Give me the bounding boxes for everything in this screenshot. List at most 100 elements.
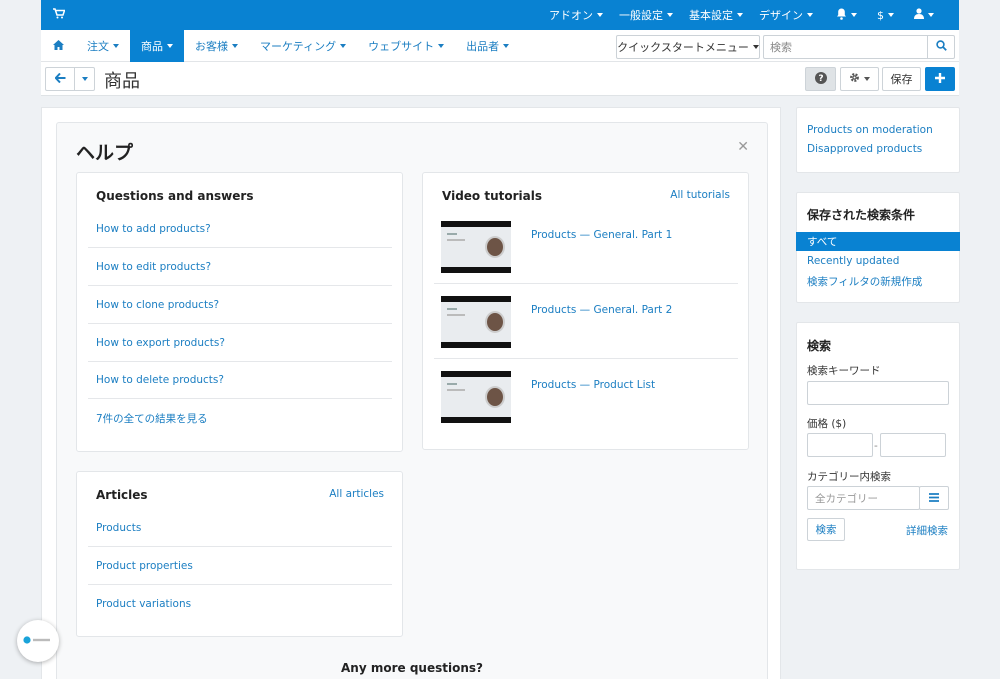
search-icon — [935, 40, 947, 54]
save-button[interactable]: 保存 — [882, 67, 921, 91]
menu-customers[interactable]: お客様 — [184, 30, 249, 62]
chevron-down-icon — [597, 13, 603, 17]
video-title: Video tutorials — [442, 189, 542, 203]
search-submit-button[interactable]: 検索 — [807, 518, 845, 541]
save-label: 保存 — [890, 73, 913, 86]
video-thumbnail[interactable] — [441, 296, 511, 348]
article-link[interactable]: Products — [88, 509, 392, 547]
chevron-down-icon — [81, 77, 88, 81]
video-thumbnail[interactable] — [441, 371, 511, 423]
video-panel: Video tutorials All tutorials Products —… — [422, 172, 749, 450]
search-button[interactable] — [927, 36, 954, 58]
gear-icon — [849, 72, 860, 86]
chevron-down-icon — [864, 77, 870, 81]
store-logo-badge[interactable] — [17, 620, 59, 662]
qa-panel: Questions and answers How to add product… — [76, 172, 403, 452]
qa-link[interactable]: How to add products? — [88, 210, 392, 248]
qa-link[interactable]: How to clone products? — [88, 286, 392, 324]
store-logo-icon — [23, 635, 53, 648]
top-icons: $ — [826, 0, 944, 30]
page-title: 商品 — [104, 71, 140, 92]
more-questions-heading: Any more questions? — [341, 661, 483, 675]
user-menu[interactable] — [904, 8, 944, 22]
chevron-down-icon — [807, 13, 813, 17]
question-icon: ? — [814, 71, 827, 87]
menu-website[interactable]: ウェブサイト — [357, 30, 455, 62]
main-menu-bar: 注文 商品 お客様 マーケティング ウェブサイト 出品者 クイックスタートメニュ… — [41, 30, 959, 62]
arrow-left-icon — [53, 72, 66, 86]
search-title: 検索 — [807, 339, 832, 353]
back-button[interactable] — [45, 67, 75, 91]
chevron-down-icon — [752, 45, 759, 49]
saved-search-all[interactable]: すべて — [796, 232, 960, 251]
saved-searches-title: 保存された検索条件 — [807, 208, 916, 222]
video-item[interactable]: Products — Product List — [434, 359, 738, 434]
category-label: カテゴリー内検索 — [807, 471, 891, 483]
global-search — [763, 35, 955, 59]
disapproved-products-link[interactable]: Disapproved products — [807, 143, 922, 155]
keyword-input[interactable] — [807, 381, 949, 405]
help-panel: ヘルプ ✕ Questions and answers How to add p… — [56, 122, 768, 679]
video-item[interactable]: Products — General. Part 1 — [434, 209, 738, 284]
main-menu: 注文 商品 お客様 マーケティング ウェブサイト 出品者 — [41, 30, 520, 62]
moderation-panel: Products on moderation Disapproved produ… — [796, 107, 960, 173]
products-on-moderation-link[interactable]: Products on moderation — [807, 124, 933, 136]
chevron-down-icon — [888, 13, 894, 17]
menu-vendors[interactable]: 出品者 — [455, 30, 520, 62]
chevron-down-icon — [232, 44, 238, 48]
add-product-button[interactable] — [925, 67, 955, 91]
home-icon — [53, 39, 64, 53]
menu-products[interactable]: 商品 — [130, 30, 184, 62]
home-button[interactable] — [41, 30, 76, 62]
close-icon[interactable]: ✕ — [737, 139, 749, 155]
chevron-down-icon — [737, 13, 743, 17]
all-tutorials-link[interactable]: All tutorials — [670, 189, 730, 201]
cart-icon[interactable] — [53, 8, 66, 22]
top-nav: アドオン 一般設定 基本設定 デザイン — [541, 0, 821, 30]
design-menu[interactable]: デザイン — [751, 7, 821, 23]
menu-customers-label: お客様 — [195, 40, 228, 53]
general-settings-label: 一般設定 — [619, 9, 663, 22]
category-input[interactable]: 全カテゴリー — [807, 486, 920, 510]
qa-all-results-link[interactable]: 7件の全ての結果を見る — [88, 399, 392, 437]
history-dropdown-button[interactable] — [74, 67, 95, 91]
plus-icon — [935, 72, 945, 86]
settings-dropdown-button[interactable] — [840, 67, 879, 91]
saved-searches-panel: 保存された検索条件 すべて Recently updated 検索フィルタの新規… — [796, 192, 960, 303]
qa-link[interactable]: How to delete products? — [88, 361, 392, 399]
video-thumbnail[interactable] — [441, 221, 511, 273]
new-search-filter-link[interactable]: 検索フィルタの新規作成 — [807, 274, 922, 289]
currency-menu[interactable]: $ — [867, 9, 904, 22]
price-to-input[interactable] — [880, 433, 946, 457]
saved-search-recently-updated[interactable]: Recently updated — [807, 255, 899, 267]
article-link[interactable]: Product variations — [88, 585, 392, 623]
chevron-down-icon — [438, 44, 445, 48]
category-picker-button[interactable] — [919, 486, 949, 510]
menu-marketing-label: マーケティング — [260, 40, 337, 53]
price-from-input[interactable] — [807, 433, 873, 457]
notifications-menu[interactable] — [826, 8, 867, 23]
menu-marketing[interactable]: マーケティング — [249, 30, 357, 62]
search-input[interactable] — [764, 36, 924, 58]
basic-settings-menu[interactable]: 基本設定 — [681, 7, 751, 23]
bell-icon — [836, 8, 847, 23]
quick-start-menu-button[interactable]: クイックスタートメニュー — [616, 35, 760, 59]
addons-menu[interactable]: アドオン — [541, 7, 611, 23]
advanced-search-link[interactable]: 詳細検索 — [906, 523, 948, 538]
qa-link[interactable]: How to edit products? — [88, 248, 392, 286]
menu-orders[interactable]: 注文 — [76, 30, 130, 62]
video-link[interactable]: Products — Product List — [531, 379, 655, 391]
menu-website-label: ウェブサイト — [368, 40, 435, 53]
general-settings-menu[interactable]: 一般設定 — [611, 7, 681, 23]
menu-orders-label: 注文 — [87, 40, 109, 53]
video-item[interactable]: Products — General. Part 2 — [434, 284, 738, 359]
article-link[interactable]: Product properties — [88, 547, 392, 585]
help-button[interactable]: ? — [805, 67, 836, 91]
video-link[interactable]: Products — General. Part 1 — [531, 229, 672, 241]
video-link[interactable]: Products — General. Part 2 — [531, 304, 672, 316]
all-articles-link[interactable]: All articles — [329, 488, 384, 500]
articles-panel: Articles All articles Products Product p… — [76, 471, 403, 637]
price-label: 価格 ($) — [807, 418, 847, 430]
qa-link[interactable]: How to export products? — [88, 324, 392, 362]
chevron-down-icon — [167, 44, 173, 48]
